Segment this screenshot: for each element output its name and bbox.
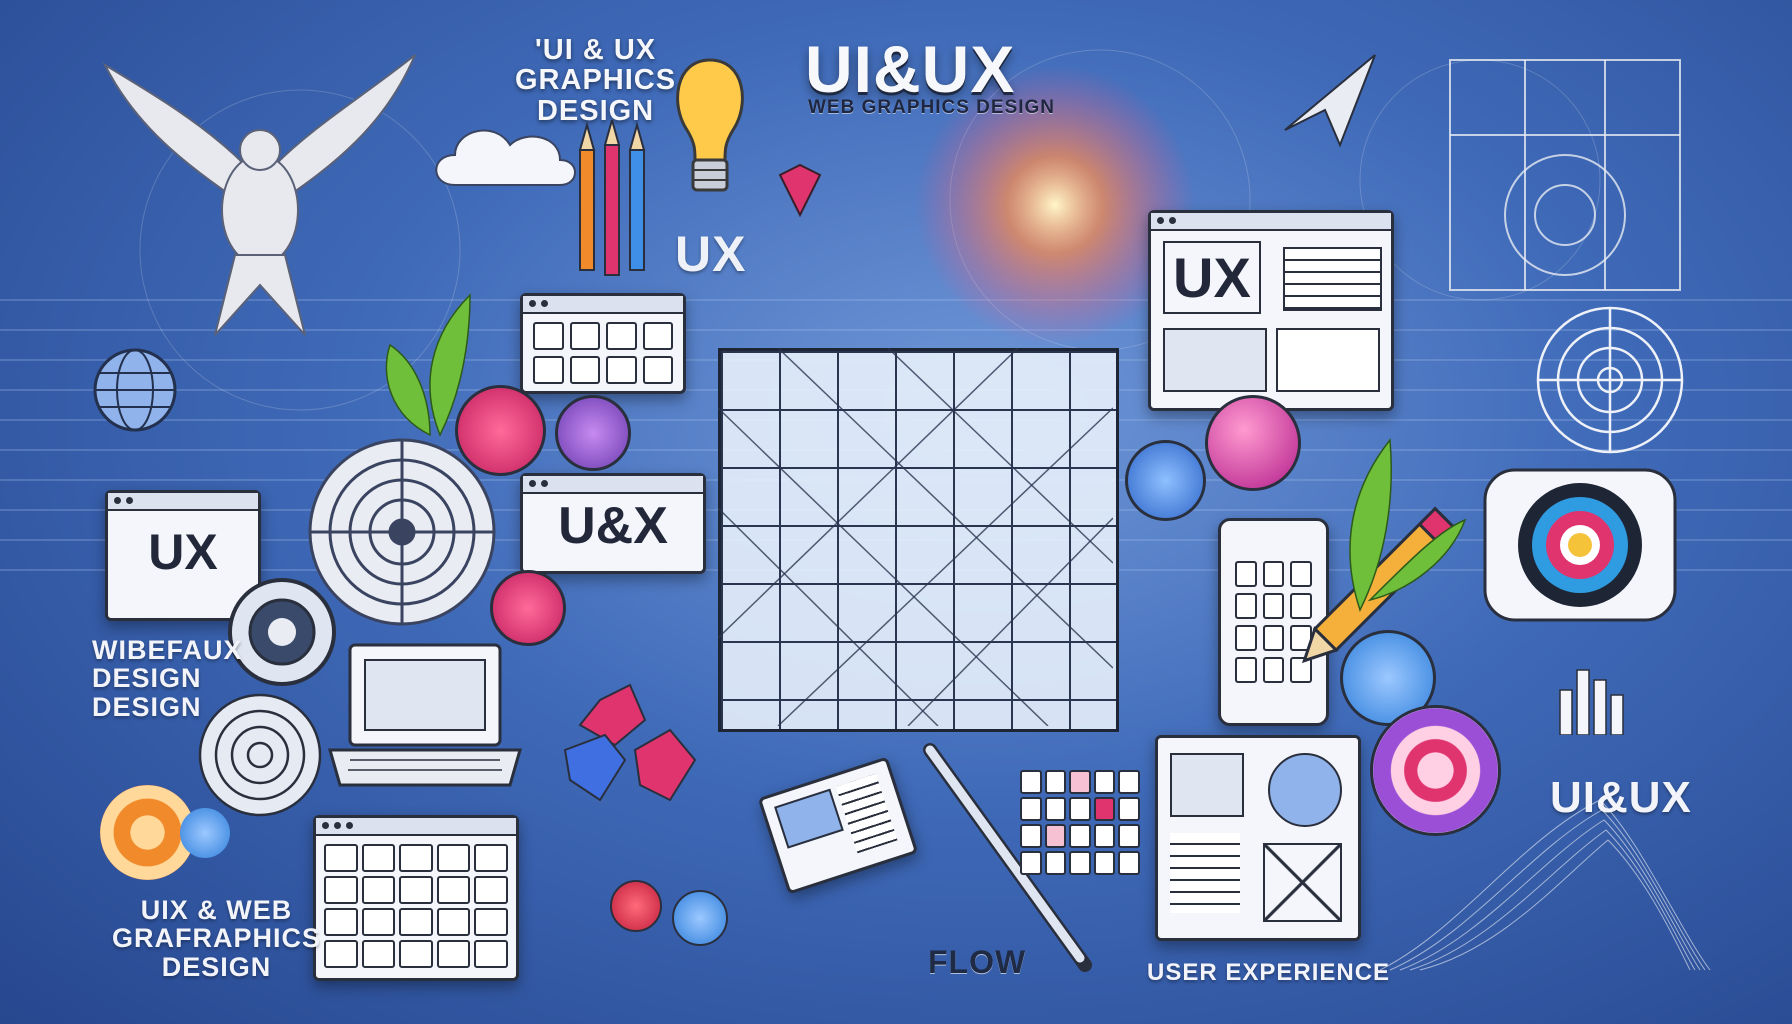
- laptop-icon: [328, 643, 522, 787]
- bar-chart-icon: [1559, 669, 1624, 735]
- wave-mesh-icon: [1380, 799, 1711, 971]
- paper-plane-icon: [1284, 54, 1376, 148]
- window-titlebar: [316, 818, 516, 836]
- tablet-image-block: [774, 788, 844, 849]
- color-grid-icon: [1020, 770, 1140, 875]
- leaf-icon: [385, 293, 471, 437]
- red-dot: [610, 880, 662, 932]
- wireframe-window-small: [520, 293, 686, 394]
- ux-window-center: U&X: [520, 473, 706, 574]
- window-titlebar: [523, 476, 703, 494]
- leaf-icon-right: [1349, 438, 1467, 612]
- top-left-title: 'UI & UX GRAPHICS DESIGN: [515, 34, 677, 127]
- magenta-orb: [1205, 395, 1301, 491]
- crystals-icon: [563, 683, 697, 802]
- content-block: [1276, 328, 1380, 392]
- calendar-cells: [324, 844, 508, 968]
- bullseye-icon: [1483, 468, 1677, 622]
- wireframe-circle: [1268, 753, 1342, 827]
- flow-label: FLOW: [928, 944, 1027, 980]
- user-experience-wireframe: [1155, 735, 1361, 941]
- wireframe-diagram-icon: [1449, 59, 1681, 291]
- ux-window-right: UX: [1148, 210, 1394, 411]
- bottom-left-title: UIX & WEB GRAFRAPHICS DESIGN: [112, 895, 322, 982]
- globe-icon: [93, 348, 177, 432]
- content-block: [1163, 328, 1267, 392]
- window-titlebar: [108, 493, 258, 511]
- main-subtitle: WEB GRAPHICS DESIGN: [808, 97, 1056, 118]
- ux-window-left-label: UX: [148, 524, 218, 580]
- ux-window-right-label: UX: [1163, 241, 1261, 314]
- window-titlebar: [1151, 213, 1391, 231]
- blue-orb: [1125, 440, 1206, 521]
- tablet-text-lines: [835, 773, 898, 854]
- window-titlebar: [523, 296, 683, 314]
- user-experience-label: USER EXPERIENCE: [1147, 959, 1391, 986]
- blue-dot-small: [672, 890, 728, 946]
- lightbulb-icon: [676, 58, 744, 192]
- wireframe-lines: [1170, 833, 1240, 913]
- main-title: UI&UX: [805, 32, 1016, 106]
- pink-circle-small: [490, 570, 566, 646]
- calendar-grid-icon: [313, 815, 519, 981]
- cloud-icon: [435, 129, 576, 186]
- pencils-icon: [578, 120, 646, 276]
- ux-window-center-label: U&X: [558, 497, 668, 555]
- content-lines: [1283, 247, 1382, 311]
- wireframe-box: [1263, 843, 1342, 922]
- wireframe-image: [1170, 753, 1244, 817]
- left-design-text: WIBEFAUX DESIGN DESIGN: [92, 635, 243, 722]
- gem-icon: [778, 163, 822, 218]
- ux-label-mid: UX: [675, 226, 747, 282]
- purple-circle: [555, 395, 631, 471]
- wireframe-grid: [533, 322, 673, 384]
- radar-icon: [1536, 306, 1684, 454]
- sketch-grid-diagonals: [718, 348, 1113, 726]
